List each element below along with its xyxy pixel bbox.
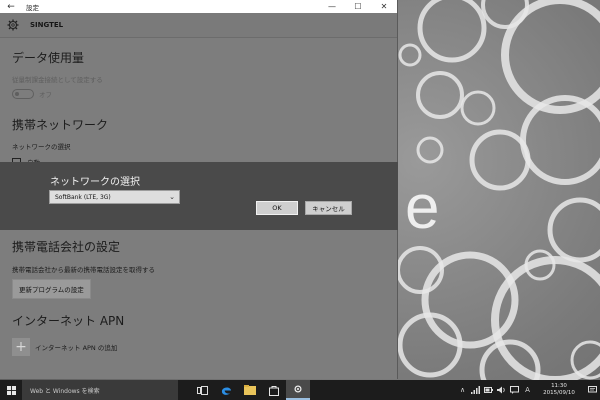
task-view-button[interactable] (190, 380, 214, 400)
store-bag-icon (269, 385, 279, 396)
settings-gear-icon (294, 385, 302, 393)
carrier-description: 携帯電話会社から最新の携帯電話設定を取得する (12, 266, 155, 274)
metered-toggle[interactable] (12, 89, 34, 99)
edge-browser-icon (221, 386, 231, 395)
add-apn-label: インターネット APN の追加 (35, 344, 118, 352)
network-dropdown[interactable]: SoftBank (LTE, 3G) ⌄ (49, 190, 180, 204)
wallpaper-letter: e (405, 173, 439, 242)
taskbar: Web と Windows を検索 ∧ A 11:30 2015/09/10 (0, 380, 600, 400)
speaker-icon (497, 386, 505, 394)
toggle-knob (15, 92, 19, 96)
chevron-down-icon: ⌄ (169, 193, 175, 201)
battery-button[interactable] (482, 380, 495, 400)
network-button[interactable] (469, 380, 482, 400)
metered-toggle-row: オフ (12, 89, 397, 99)
update-settings-button[interactable]: 更新プログラムの設定 (12, 279, 91, 299)
toggle-state-label: オフ (39, 91, 52, 99)
settings-content: データ使用量 従量制課金接続として設定する オフ 携帯ネットワーク ネットワーク… (0, 49, 397, 167)
maximize-icon: ☐ (354, 2, 362, 11)
window-title: 設定 (26, 3, 39, 12)
gear-icon (7, 19, 19, 31)
apn-title: インターネット APN (12, 314, 125, 328)
taskbar-search-input[interactable]: Web と Windows を検索 (22, 380, 178, 400)
message-button[interactable] (508, 380, 521, 400)
title-bar: ← 設定 — ☐ ✕ (0, 0, 397, 13)
carrier-section: 携帯電話会社の設定 携帯電話会社から最新の携帯電話設定を取得する 更新プログラム… (12, 238, 155, 299)
network-signal-icon (471, 386, 480, 394)
maximize-button[interactable]: ☐ (345, 0, 371, 13)
metered-setting-label: 従量制課金接続として設定する (12, 76, 103, 84)
settings-header: SINGTEL (0, 13, 397, 38)
battery-icon (484, 387, 493, 393)
volume-button[interactable] (495, 380, 508, 400)
start-button[interactable] (0, 380, 22, 400)
mobile-network-title: 携帯ネットワーク (12, 118, 109, 132)
ok-button[interactable]: OK (256, 201, 298, 215)
close-icon: ✕ (380, 2, 388, 11)
back-button[interactable]: ← (0, 0, 22, 13)
edge-button[interactable] (214, 380, 238, 400)
cancel-button[interactable]: キャンセル (305, 201, 352, 215)
clock-time: 11:30 (551, 383, 567, 389)
show-hidden-icons-button[interactable]: ∧ (456, 380, 469, 400)
notification-icon (587, 386, 597, 393)
clock-date: 2015/09/10 (543, 390, 575, 396)
add-apn-row[interactable]: + インターネット APN の追加 (12, 338, 124, 356)
back-arrow-icon: ← (7, 1, 15, 12)
network-select-label: ネットワークの選択 (12, 143, 71, 151)
message-icon (510, 386, 519, 394)
apn-section: インターネット APN + インターネット APN の追加 (12, 312, 124, 356)
close-button[interactable]: ✕ (371, 0, 397, 13)
ime-mode-button[interactable]: A (521, 380, 534, 400)
network-name: SINGTEL (30, 21, 64, 29)
carrier-title: 携帯電話会社の設定 (12, 240, 121, 254)
system-tray: ∧ A 11:30 2015/09/10 (456, 380, 600, 400)
data-usage-title: データ使用量 (12, 51, 85, 65)
windows-logo-icon (6, 385, 16, 395)
system-clock[interactable]: 11:30 2015/09/10 (534, 380, 584, 400)
file-explorer-button[interactable] (238, 380, 262, 400)
minimize-button[interactable]: — (319, 0, 345, 13)
store-button[interactable] (262, 380, 286, 400)
action-center-button[interactable] (584, 380, 600, 400)
folder-icon (244, 385, 256, 395)
task-view-icon (196, 385, 208, 395)
settings-taskbar-button[interactable] (286, 380, 310, 400)
add-icon: + (12, 338, 30, 356)
dialog-title: ネットワークの選択 (50, 177, 140, 188)
minimize-icon: — (328, 2, 336, 11)
dropdown-selected-value: SoftBank (LTE, 3G) (55, 193, 111, 201)
